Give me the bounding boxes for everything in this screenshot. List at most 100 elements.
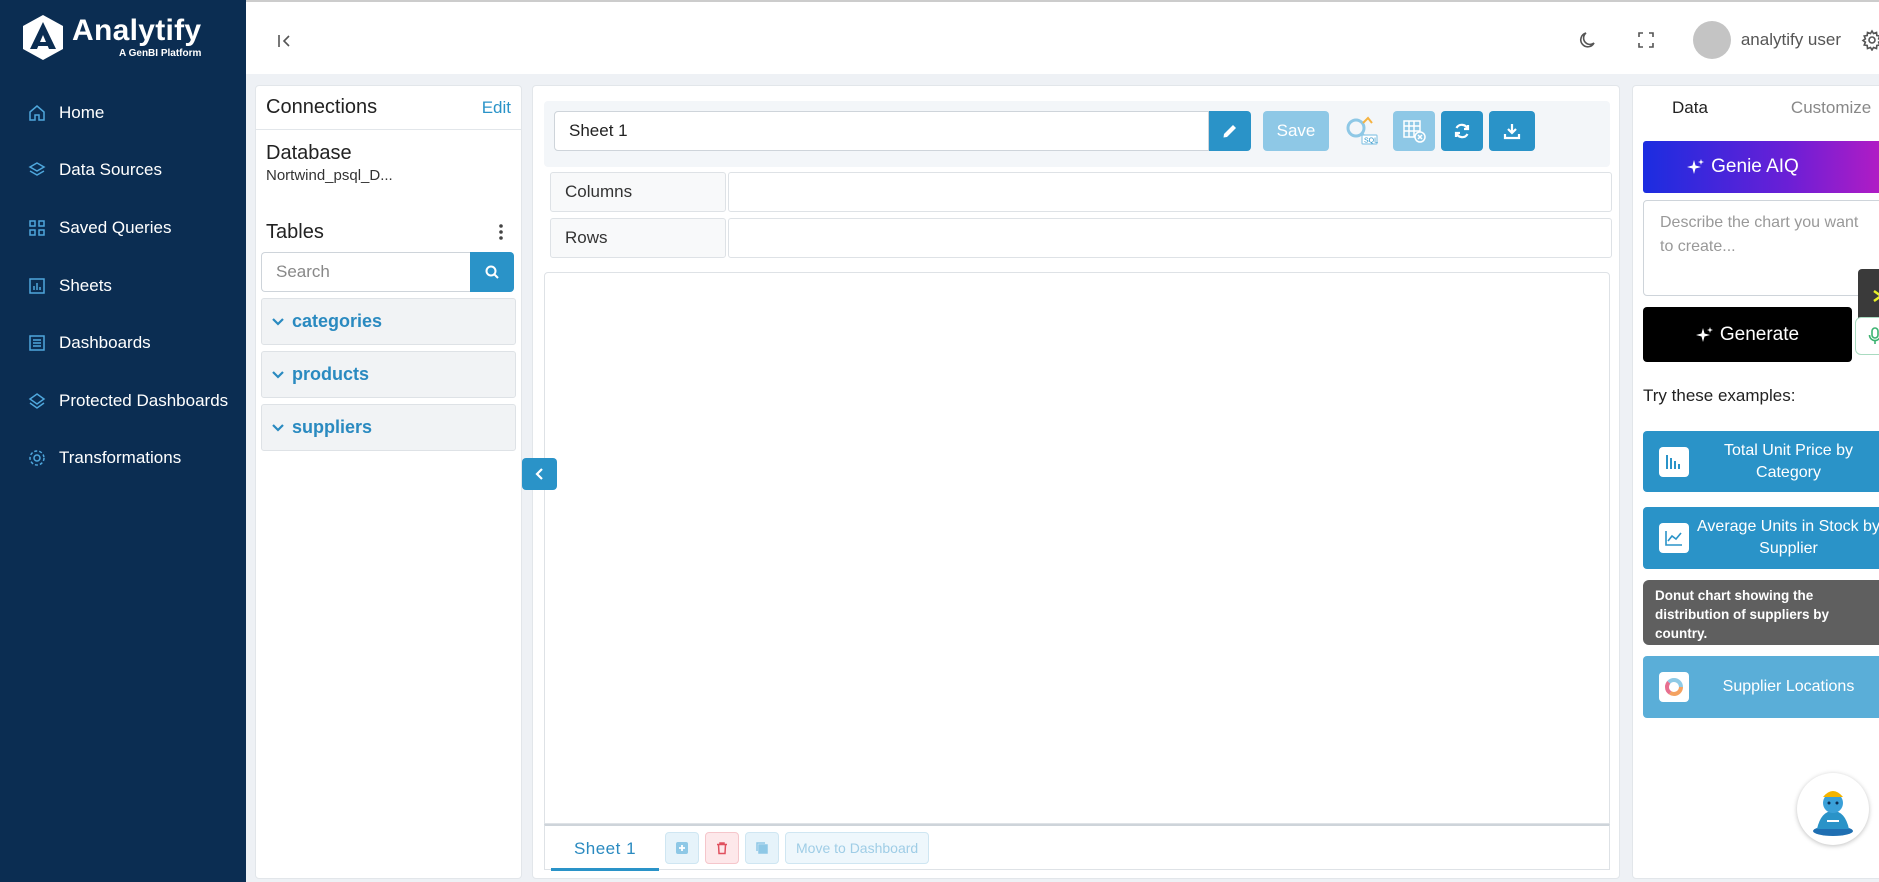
more-options-icon[interactable]: [491, 222, 511, 242]
genie-assistant-button[interactable]: [1797, 773, 1869, 845]
fullscreen-icon[interactable]: [1637, 31, 1655, 49]
donut-chart-icon: [1659, 672, 1689, 702]
table-item-suppliers[interactable]: suppliers: [261, 404, 516, 451]
columns-shelf: Columns: [550, 172, 1612, 212]
connections-title: Connections: [266, 96, 378, 118]
pencil-icon: [1223, 125, 1236, 138]
table-name: products: [292, 364, 370, 384]
sparkle-icon: [1695, 326, 1713, 342]
table-item-products[interactable]: products: [261, 351, 516, 398]
sql-query-button[interactable]: SQL: [1341, 111, 1381, 151]
tab-customize[interactable]: Customize: [1791, 98, 1871, 118]
toggle-connections-panel-button[interactable]: [522, 458, 557, 490]
rows-shelf: Rows: [550, 218, 1612, 258]
refresh-icon: [1454, 123, 1470, 139]
username[interactable]: analytify user: [1741, 30, 1841, 50]
sidebar-item-saved-queries[interactable]: Saved Queries: [0, 199, 246, 257]
chart-canvas[interactable]: [544, 272, 1610, 824]
dark-mode-icon[interactable]: [1577, 29, 1599, 51]
collapse-sidebar-icon[interactable]: [276, 32, 294, 50]
refresh-button[interactable]: [1441, 111, 1483, 151]
sheet-name-input[interactable]: [554, 111, 1209, 151]
rows-label: Rows: [550, 218, 726, 258]
edit-sheet-name-button[interactable]: [1209, 111, 1251, 151]
home-icon: [27, 103, 47, 123]
bar-chart-icon: [27, 276, 47, 296]
generate-button[interactable]: Generate: [1643, 307, 1852, 362]
edit-connections-link[interactable]: Edit: [482, 98, 511, 118]
svg-text:SQL: SQL: [1364, 138, 1378, 145]
top-bar: analytify user: [246, 0, 1879, 74]
example-label: Supplier Locations: [1722, 678, 1855, 695]
sidebar: Analytify A GenBI Platform Home Data Sou…: [0, 0, 246, 882]
plus-square-icon: [676, 841, 688, 854]
trash-icon: [717, 841, 727, 854]
table-clear-icon: [1403, 120, 1426, 143]
rows-drop-zone[interactable]: [728, 218, 1612, 258]
sidebar-item-label: Saved Queries: [59, 217, 172, 237]
sidebar-item-home[interactable]: Home: [0, 84, 246, 142]
tables-title: Tables: [266, 220, 324, 243]
sidebar-item-dashboards[interactable]: Dashboards: [0, 314, 246, 372]
avatar[interactable]: [1692, 21, 1731, 59]
sidebar-item-data-sources[interactable]: Data Sources: [0, 142, 246, 200]
example-average-units-in-stock[interactable]: Average Units in Stock by Supplier: [1643, 507, 1879, 569]
sidebar-item-label: Home: [59, 102, 105, 122]
copy-icon: [756, 841, 768, 854]
columns-drop-zone[interactable]: [728, 172, 1612, 212]
sidebar-item-sheets[interactable]: Sheets: [0, 257, 246, 315]
move-to-dashboard-button[interactable]: Move to Dashboard: [785, 831, 930, 864]
clear-grid-button[interactable]: [1393, 111, 1435, 151]
gear-icon[interactable]: [1861, 29, 1879, 51]
logo[interactable]: Analytify A GenBI Platform: [0, 0, 246, 74]
sparkle-icon: [1873, 289, 1879, 303]
layers-icon: [27, 391, 47, 411]
layers-icon: [27, 160, 47, 180]
genie-panel: Data Customize Genie AIQ Generate Try th…: [1632, 85, 1879, 879]
list-icon: [27, 333, 47, 353]
sidebar-nav: Home Data Sources Saved Queries Sheets D…: [0, 84, 246, 487]
grid-icon: [27, 218, 47, 238]
sidebar-item-label: Transformations: [59, 448, 182, 468]
brand-tagline: A GenBI Platform: [118, 47, 202, 59]
chevron-down-icon: [272, 423, 284, 432]
genie-aiq-button[interactable]: Genie AIQ: [1643, 141, 1879, 193]
save-button[interactable]: Save: [1263, 111, 1329, 151]
sql-search-icon: SQL: [1346, 116, 1378, 145]
add-sheet-button[interactable]: [665, 831, 699, 864]
example-label: Total Unit Price by Category: [1724, 441, 1853, 481]
tab-data[interactable]: Data: [1672, 98, 1708, 118]
database-info: Database Nortwind_psql_D...: [256, 130, 521, 214]
sheet-editor: Save SQL Columns Rows: [532, 85, 1620, 879]
sidebar-item-transformations[interactable]: Transformations: [0, 430, 246, 488]
search-button[interactable]: [470, 252, 514, 292]
examples-label: Try these examples:: [1643, 386, 1796, 405]
sidebar-item-protected-dashboards[interactable]: Protected Dashboards: [0, 372, 246, 430]
search-icon: [485, 265, 499, 279]
voice-input-button[interactable]: [1855, 317, 1879, 355]
example-total-unit-price[interactable]: Total Unit Price by Category: [1643, 431, 1879, 492]
brand-name: Analytify: [72, 13, 202, 47]
line-chart-icon: [1659, 523, 1689, 553]
chart-prompt-input[interactable]: [1643, 200, 1879, 296]
chevron-down-icon: [272, 370, 284, 379]
microphone-icon: [1868, 327, 1879, 344]
table-item-categories[interactable]: categories: [261, 298, 516, 345]
example-label: Average Units in Stock by Supplier: [1697, 518, 1879, 557]
database-label: Database: [266, 142, 352, 164]
chevron-left-icon: [534, 468, 543, 480]
table-name: categories: [292, 311, 383, 331]
genie-mascot-icon: [1813, 791, 1853, 836]
example-supplier-locations[interactable]: Supplier Locations: [1643, 656, 1879, 718]
genie-aiq-label: Genie AIQ: [1711, 156, 1799, 177]
tab-sheet-1[interactable]: Sheet 1: [551, 831, 659, 871]
radar-icon: [27, 448, 47, 468]
duplicate-sheet-button[interactable]: [745, 831, 779, 864]
sidebar-item-label: Data Sources: [59, 160, 162, 180]
download-button[interactable]: [1489, 111, 1535, 151]
sidebar-item-label: Dashboards: [59, 333, 151, 353]
table-search-input[interactable]: [261, 252, 470, 292]
sheet-toolbar: Save SQL: [544, 101, 1610, 167]
delete-sheet-button[interactable]: [705, 831, 739, 864]
example-tooltip: Donut chart showing the distribution of …: [1643, 580, 1879, 645]
